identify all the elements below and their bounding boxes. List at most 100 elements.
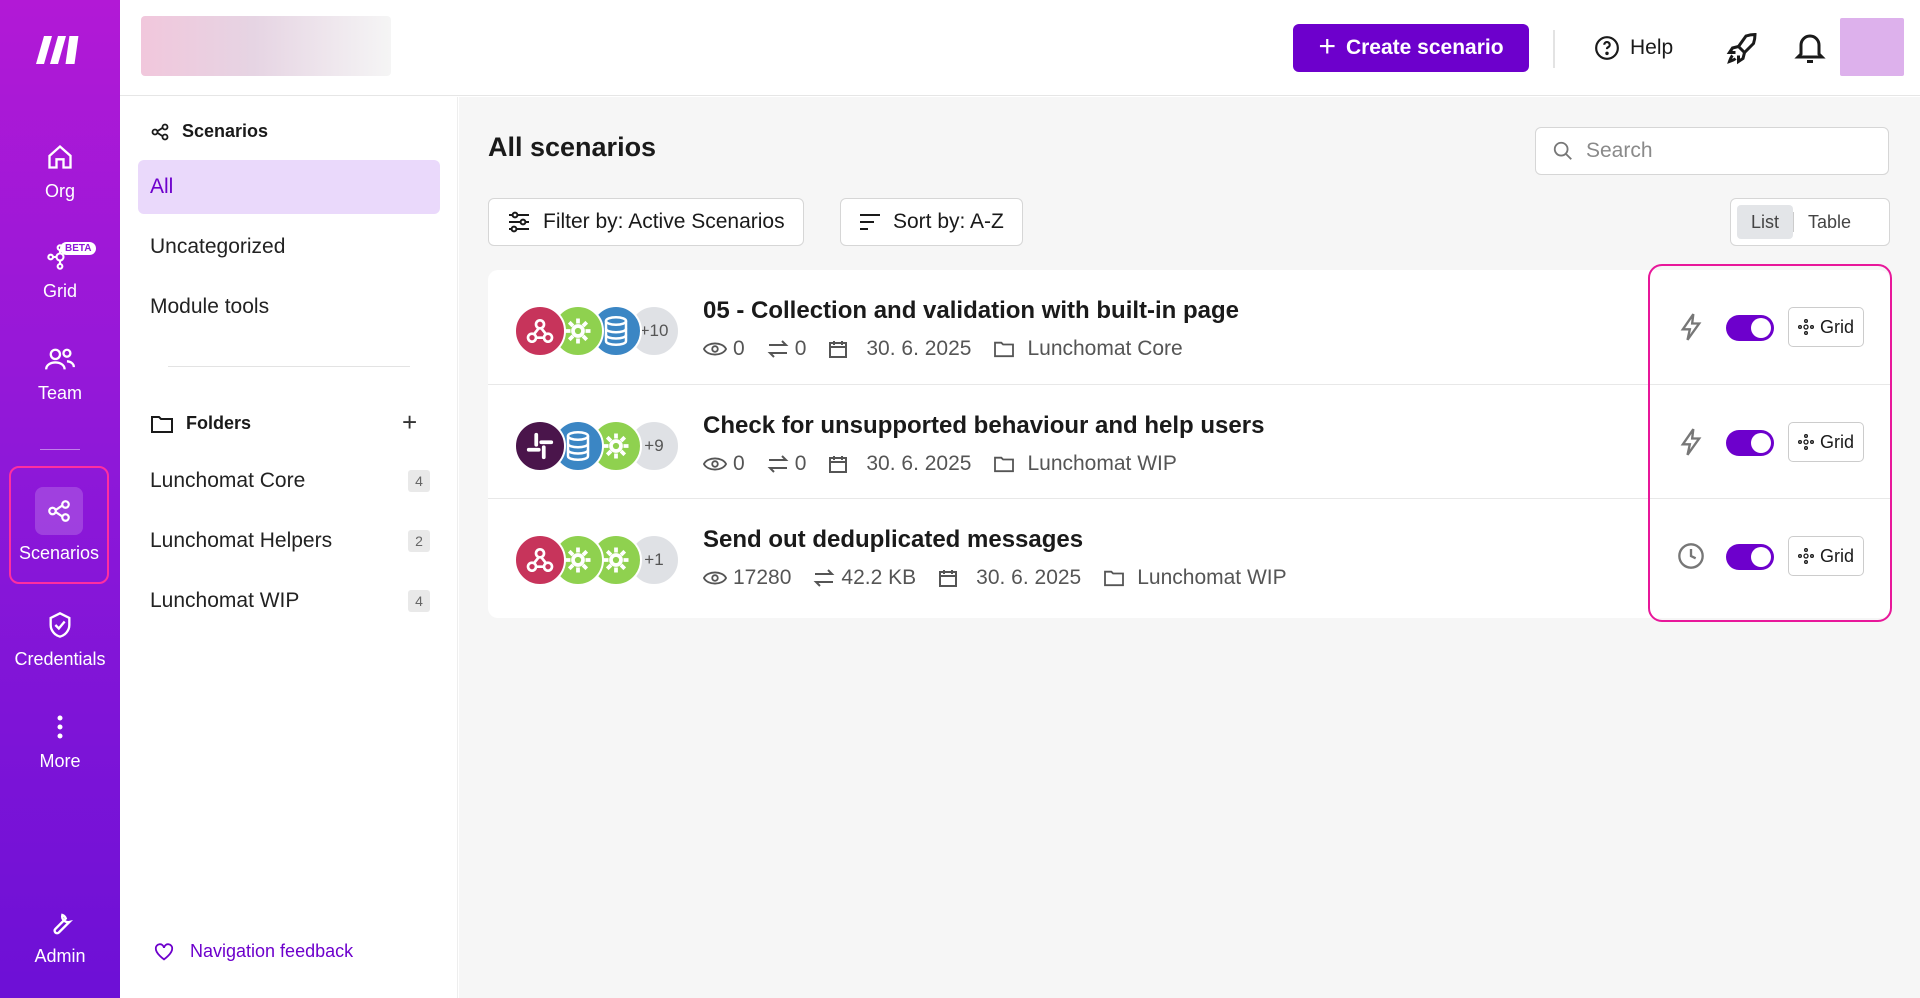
help-button[interactable]: Help: [1594, 30, 1673, 66]
toggle-knob: [1751, 547, 1771, 567]
scenario-name[interactable]: Check for unsupported behaviour and help…: [703, 412, 1264, 440]
schedule-clock-icon[interactable]: [1673, 536, 1709, 576]
view-table-option[interactable]: Table: [1794, 205, 1865, 239]
folders-heading: Folders: [150, 413, 251, 434]
help-circle-icon: [1595, 36, 1619, 60]
instant-trigger-icon[interactable]: [1673, 307, 1709, 347]
rail-item-label: Scenarios: [18, 542, 100, 563]
sort-button[interactable]: Sort by: A-Z: [840, 198, 1023, 246]
folder-label: Lunchomat Helpers: [150, 529, 333, 552]
scenario-meta: 0 0 30. 6. 2025 Lunchomat Core: [703, 337, 1191, 361]
operations-count: 0: [733, 452, 745, 475]
rail-item-label: Credentials: [14, 648, 106, 669]
rail-item-admin[interactable]: Admin: [0, 893, 120, 979]
created-date: 30. 6. 2025: [866, 452, 972, 475]
operations-count: 0: [733, 337, 745, 360]
folder-count-badge: 4: [408, 470, 430, 492]
sliders-icon: [509, 211, 529, 233]
search-input[interactable]: [1586, 139, 1866, 163]
scenario-active-toggle[interactable]: [1726, 544, 1774, 570]
folder-icon: [1104, 570, 1125, 587]
scenario-row[interactable]: +10 05 - Collection and validation with …: [488, 270, 1890, 384]
team-icon: [44, 343, 76, 375]
folder-label: Lunchomat WIP: [150, 589, 300, 612]
operations-icon: [703, 457, 727, 471]
rail-item-org[interactable]: Org: [0, 128, 120, 214]
scenario-active-toggle[interactable]: [1726, 315, 1774, 341]
toggle-knob: [1751, 318, 1771, 338]
organization-logo[interactable]: [141, 16, 391, 76]
sidebar-item-module-tools[interactable]: Module tools: [138, 280, 440, 334]
operations-count: 17280: [733, 566, 792, 589]
transfer-arrows-icon: [767, 340, 789, 358]
rail-item-scenarios[interactable]: Scenarios: [9, 466, 109, 584]
scenario-name[interactable]: 05 - Collection and validation with buil…: [703, 297, 1239, 325]
grid-button-label: Grid: [1819, 545, 1854, 566]
create-scenario-button[interactable]: + Create scenario: [1293, 24, 1529, 72]
rocket-icon[interactable]: [1725, 30, 1761, 66]
make-logo[interactable]: [34, 32, 86, 66]
add-folder-button[interactable]: +: [402, 409, 417, 435]
sidebar-folder-lunchomat-core[interactable]: Lunchomat Core 4: [138, 454, 440, 508]
sort-label: Sort by: A-Z: [893, 210, 1004, 233]
user-avatar[interactable]: [1840, 18, 1904, 76]
instant-trigger-icon[interactable]: [1673, 422, 1709, 462]
sidebar-folder-lunchomat-wip[interactable]: Lunchomat WIP 4: [138, 574, 440, 628]
rail-item-label: Team: [37, 382, 82, 403]
folders-heading-label: Folders: [186, 413, 252, 433]
sidebar-item-label: Module tools: [150, 295, 270, 318]
created-date: 30. 6. 2025: [866, 337, 972, 360]
scenario-meta: 17280 42.2 KB 30. 6. 2025 Lunchomat WIP: [703, 566, 1295, 590]
wrench-icon: [44, 906, 76, 938]
rail-item-credentials[interactable]: Credentials: [0, 596, 120, 682]
folder-name: Lunchomat WIP: [1027, 452, 1177, 475]
folder-label: Lunchomat Core: [150, 469, 306, 492]
scenario-row[interactable]: +9 Check for unsupported behaviour and h…: [488, 384, 1890, 498]
open-in-grid-button[interactable]: Grid: [1788, 536, 1864, 576]
home-icon: [44, 141, 76, 173]
rail-item-team[interactable]: Team: [0, 330, 120, 416]
search-icon: [1553, 141, 1572, 160]
heart-icon: [154, 942, 174, 960]
sidebar-divider: [168, 366, 410, 367]
sidebar-item-all[interactable]: All: [138, 160, 440, 214]
scenario-active-toggle[interactable]: [1726, 430, 1774, 456]
scenarios-share-icon: [35, 486, 83, 535]
sidebar-item-label: All: [150, 175, 174, 198]
folder-name: Lunchomat Core: [1027, 337, 1183, 360]
module-icons: +9: [514, 420, 684, 472]
module-icons: +10: [514, 305, 684, 357]
rail-item-grid[interactable]: BETA Grid: [0, 228, 120, 314]
folder-count-badge: 2: [408, 530, 430, 552]
page-title: All scenarios: [488, 132, 657, 162]
rail-item-more[interactable]: More: [0, 698, 120, 784]
more-vertical-icon: [44, 711, 76, 743]
open-in-grid-button[interactable]: Grid: [1788, 307, 1864, 347]
transfer-arrows-icon: [767, 455, 789, 473]
sidebar-folder-lunchomat-helpers[interactable]: Lunchomat Helpers 2: [138, 514, 440, 568]
scenario-list: +10 05 - Collection and validation with …: [488, 270, 1890, 618]
rail-item-label: Org: [44, 180, 75, 201]
help-label: Help: [1630, 36, 1674, 59]
data-transfer: 0: [794, 337, 807, 360]
module-icons: +1: [514, 534, 684, 586]
calendar-icon: [829, 456, 848, 473]
sidebar-item-uncategorized[interactable]: Uncategorized: [138, 220, 440, 274]
scenario-name[interactable]: Send out deduplicated messages: [703, 526, 1083, 554]
view-list-option[interactable]: List: [1737, 205, 1794, 239]
grid-nodes-icon: [1797, 434, 1814, 450]
operations-icon: [703, 342, 727, 356]
scenarios-heading-label: Scenarios: [182, 121, 269, 141]
filter-button[interactable]: Filter by: Active Scenarios: [488, 198, 804, 246]
bell-icon[interactable]: [1792, 30, 1828, 66]
created-date: 30. 6. 2025: [976, 566, 1082, 589]
data-transfer: 0: [794, 452, 807, 475]
main-content: All scenarios Filter by: Active Scenario…: [459, 97, 1920, 998]
scenario-row[interactable]: +1 Send out deduplicated messages 17280 …: [488, 498, 1890, 612]
toggle-knob: [1751, 433, 1771, 453]
rail-item-label: Grid: [42, 280, 77, 301]
open-in-grid-button[interactable]: Grid: [1788, 422, 1864, 462]
navigation-feedback-link[interactable]: Navigation feedback: [154, 941, 353, 962]
scenario-meta: 0 0 30. 6. 2025 Lunchomat WIP: [703, 452, 1185, 476]
transfer-arrows-icon: [813, 569, 835, 587]
